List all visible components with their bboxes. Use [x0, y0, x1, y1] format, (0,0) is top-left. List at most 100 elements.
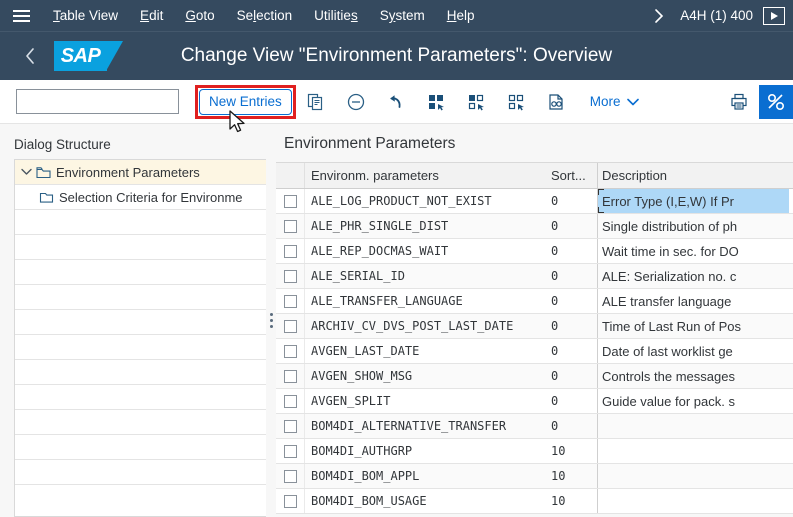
- row-checkbox[interactable]: [283, 244, 297, 258]
- row-checkbox-cell[interactable]: [276, 289, 305, 313]
- cell-description[interactable]: Single distribution of ph: [597, 214, 793, 238]
- row-checkbox[interactable]: [283, 269, 297, 283]
- cell-parameter-name[interactable]: BOM4DI_ALTERNATIVE_TRANSFER: [305, 414, 545, 438]
- cell-description[interactable]: Guide value for pack. s: [597, 389, 793, 413]
- row-checkbox-cell[interactable]: [276, 414, 305, 438]
- cell-sort-order[interactable]: 0: [545, 214, 597, 238]
- table-row[interactable]: BOM4DI_ALTERNATIVE_TRANSFER 0: [276, 414, 793, 439]
- cell-parameter-name[interactable]: BOM4DI_AUTHGRP: [305, 439, 545, 463]
- cell-description[interactable]: [597, 464, 793, 488]
- sidebar-item-environment-parameters[interactable]: Environment Parameters: [15, 160, 266, 185]
- column-header-sort[interactable]: Sort...: [545, 163, 597, 188]
- row-checkbox[interactable]: [283, 469, 297, 483]
- table-view-input[interactable]: [17, 90, 201, 113]
- row-checkbox-cell[interactable]: [276, 314, 305, 338]
- menu-item-help[interactable]: Help: [436, 0, 486, 31]
- cell-sort-order[interactable]: 0: [545, 339, 597, 363]
- cell-parameter-name[interactable]: AVGEN_SHOW_MSG: [305, 364, 545, 388]
- table-row[interactable]: BOM4DI_AUTHGRP 10: [276, 439, 793, 464]
- row-checkbox[interactable]: [283, 394, 297, 408]
- menu-item-goto[interactable]: Goto: [174, 0, 225, 31]
- menu-item-system[interactable]: System: [369, 0, 436, 31]
- menu-item-edit[interactable]: Edit: [129, 0, 174, 31]
- table-row[interactable]: AVGEN_LAST_DATE 0 Date of last worklist ge: [276, 339, 793, 364]
- cell-description[interactable]: [597, 489, 793, 513]
- cell-sort-order[interactable]: 0: [545, 389, 597, 413]
- cell-parameter-name[interactable]: BOM4DI_BOM_USAGE: [305, 489, 545, 513]
- cell-description[interactable]: Error Type (I,E,W) If Pr: [597, 189, 793, 213]
- cell-description[interactable]: [597, 439, 793, 463]
- cell-parameter-name[interactable]: AVGEN_SPLIT: [305, 389, 545, 413]
- row-checkbox[interactable]: [283, 494, 297, 508]
- cell-sort-order[interactable]: 0: [545, 239, 597, 263]
- hamburger-menu-icon[interactable]: [0, 0, 42, 31]
- table-row[interactable]: ALE_PHR_SINGLE_DIST 0 Single distribution …: [276, 214, 793, 239]
- cell-description[interactable]: [597, 414, 793, 438]
- row-checkbox-cell[interactable]: [276, 364, 305, 388]
- cell-description[interactable]: Date of last worklist ge: [597, 339, 793, 363]
- selected-cell[interactable]: Error Type (I,E,W) If Pr: [598, 189, 789, 213]
- row-checkbox[interactable]: [283, 419, 297, 433]
- row-checkbox[interactable]: [283, 194, 297, 208]
- column-header-description[interactable]: Description: [597, 163, 793, 188]
- table-row[interactable]: ALE_REP_DOCMAS_WAIT 0 Wait time in sec. fo…: [276, 239, 793, 264]
- row-checkbox[interactable]: [283, 444, 297, 458]
- cell-parameter-name[interactable]: AVGEN_LAST_DATE: [305, 339, 545, 363]
- row-checkbox-cell[interactable]: [276, 239, 305, 263]
- menu-item-table-view[interactable]: Table View: [42, 0, 129, 31]
- cell-sort-order[interactable]: 10: [545, 489, 597, 513]
- table-row[interactable]: BOM4DI_BOM_APPL 10: [276, 464, 793, 489]
- cell-sort-order[interactable]: 0: [545, 314, 597, 338]
- personalize-button[interactable]: [759, 84, 793, 119]
- row-checkbox-cell[interactable]: [276, 339, 305, 363]
- cell-sort-order[interactable]: 0: [545, 364, 597, 388]
- cell-parameter-name[interactable]: ALE_REP_DOCMAS_WAIT: [305, 239, 545, 263]
- cell-description[interactable]: Wait time in sec. for DO: [597, 239, 793, 263]
- row-checkbox-cell[interactable]: [276, 489, 305, 513]
- select-block-icon[interactable]: [456, 82, 496, 122]
- table-row[interactable]: ALE_LOG_PRODUCT_NOT_EXIST 0 Error Type (I,…: [276, 189, 793, 214]
- cell-description[interactable]: Time of Last Run of Pos: [597, 314, 793, 338]
- cell-parameter-name[interactable]: ALE_SERIAL_ID: [305, 264, 545, 288]
- select-all-icon[interactable]: [416, 82, 456, 122]
- cell-sort-order[interactable]: 0: [545, 264, 597, 288]
- print-icon[interactable]: [719, 82, 759, 122]
- table-row[interactable]: ALE_SERIAL_ID 0 ALE: Serialization no. c: [276, 264, 793, 289]
- cell-parameter-name[interactable]: ALE_TRANSFER_LANGUAGE: [305, 289, 545, 313]
- row-checkbox-cell[interactable]: [276, 264, 305, 288]
- row-checkbox-cell[interactable]: [276, 189, 305, 213]
- play-box-icon[interactable]: [763, 6, 785, 25]
- cell-sort-order[interactable]: 0: [545, 189, 597, 213]
- cell-parameter-name[interactable]: ALE_PHR_SINGLE_DIST: [305, 214, 545, 238]
- new-entries-button[interactable]: New Entries: [199, 88, 292, 115]
- cell-parameter-name[interactable]: BOM4DI_BOM_APPL: [305, 464, 545, 488]
- row-checkbox-cell[interactable]: [276, 214, 305, 238]
- undo-icon[interactable]: [376, 82, 416, 122]
- more-button[interactable]: More: [580, 85, 649, 119]
- menu-item-utilities[interactable]: Utilities: [303, 0, 369, 31]
- table-row[interactable]: AVGEN_SHOW_MSG 0 Controls the messages: [276, 364, 793, 389]
- back-chevron-icon[interactable]: [8, 34, 52, 78]
- row-checkbox-cell[interactable]: [276, 464, 305, 488]
- cell-description[interactable]: ALE transfer language: [597, 289, 793, 313]
- table-row[interactable]: AVGEN_SPLIT 0 Guide value for pack. s: [276, 389, 793, 414]
- deselect-all-icon[interactable]: [496, 82, 536, 122]
- table-row[interactable]: ARCHIV_CV_DVS_POST_LAST_DATE 0 Time of Las…: [276, 314, 793, 339]
- cell-parameter-name[interactable]: ALE_LOG_PRODUCT_NOT_EXIST: [305, 189, 545, 213]
- cell-description[interactable]: Controls the messages: [597, 364, 793, 388]
- column-header-parameters[interactable]: Environm. parameters: [305, 163, 545, 188]
- sidebar-item-selection-criteria[interactable]: Selection Criteria for Environme: [15, 185, 266, 210]
- copy-icon[interactable]: [296, 82, 336, 122]
- chevron-right-icon[interactable]: [642, 0, 676, 31]
- row-checkbox[interactable]: [283, 319, 297, 333]
- cell-parameter-name[interactable]: ARCHIV_CV_DVS_POST_LAST_DATE: [305, 314, 545, 338]
- table-row[interactable]: BOM4DI_BOM_USAGE 10: [276, 489, 793, 514]
- cell-sort-order[interactable]: 0: [545, 289, 597, 313]
- minus-circle-icon[interactable]: [336, 82, 376, 122]
- document-search-icon[interactable]: [536, 82, 576, 122]
- panel-splitter[interactable]: [266, 124, 276, 517]
- row-checkbox-cell[interactable]: [276, 389, 305, 413]
- row-checkbox[interactable]: [283, 294, 297, 308]
- chevron-down-icon[interactable]: [19, 168, 34, 176]
- cell-sort-order[interactable]: 0: [545, 414, 597, 438]
